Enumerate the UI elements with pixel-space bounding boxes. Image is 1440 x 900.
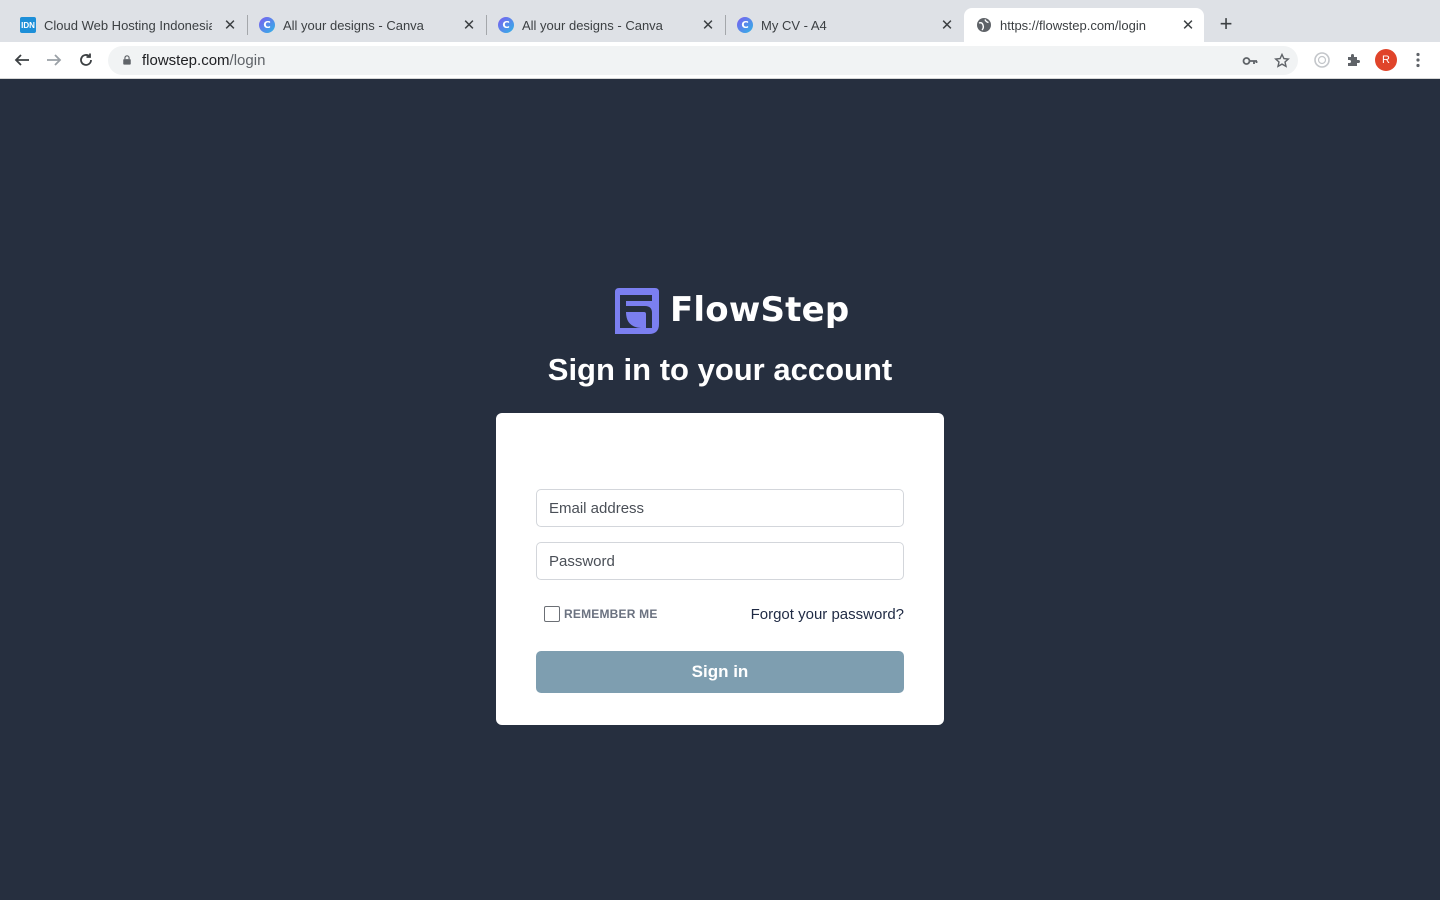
extensions-puzzle-icon[interactable]: [1342, 48, 1366, 72]
close-icon[interactable]: ✕: [1180, 17, 1196, 34]
close-icon[interactable]: ✕: [461, 17, 477, 34]
arrow-right-icon: [47, 54, 62, 66]
tab-title: https://flowstep.com/login: [1000, 17, 1146, 33]
address-bar[interactable]: flowstep.com/login: [108, 46, 1298, 75]
tab-divider: [247, 15, 248, 35]
tab-title: My CV - A4: [761, 17, 827, 33]
canva-favicon-icon: C: [498, 17, 514, 33]
tab-canva-designs-2[interactable]: C All your designs - Canva ✕: [498, 8, 718, 42]
tab-title: All your designs - Canva: [522, 17, 663, 33]
canva-favicon-icon: C: [737, 17, 753, 33]
tab-cloud-hosting[interactable]: IDN Cloud Web Hosting Indonesia ✕: [20, 8, 240, 42]
key-icon[interactable]: [1239, 50, 1261, 72]
tab-canva-designs-1[interactable]: C All your designs - Canva ✕: [259, 8, 479, 42]
kebab-menu-icon[interactable]: [1406, 48, 1430, 72]
reload-icon: [80, 53, 92, 66]
tab-divider: [486, 15, 487, 35]
brand-logo: FlowStep: [611, 286, 849, 334]
close-icon[interactable]: ✕: [700, 17, 716, 34]
close-icon[interactable]: ✕: [222, 17, 238, 34]
forgot-password-link[interactable]: Forgot your password?: [751, 606, 904, 623]
login-card: REMEMBER ME Forgot your password? Sign i…: [496, 413, 944, 725]
tab-flowstep-login[interactable]: https://flowstep.com/login ✕: [964, 8, 1204, 42]
lock-icon: [123, 55, 131, 65]
page-title: Sign in to your account: [547, 352, 893, 387]
tab-strip: IDN Cloud Web Hosting Indonesia ✕ C All …: [0, 0, 1440, 42]
password-field[interactable]: [536, 542, 904, 580]
email-field[interactable]: [536, 489, 904, 527]
tab-my-cv[interactable]: C My CV - A4 ✕: [737, 8, 957, 42]
profile-avatar[interactable]: R: [1375, 49, 1397, 71]
arrow-left-icon: [14, 54, 29, 66]
tab-divider: [725, 15, 726, 35]
remember-me-label: REMEMBER ME: [564, 607, 658, 621]
flowstep-logo-icon: [615, 288, 659, 334]
brand-name: FlowStep: [670, 290, 850, 330]
idn-favicon-icon: IDN: [20, 17, 36, 33]
close-icon[interactable]: ✕: [939, 17, 955, 34]
remember-me[interactable]: REMEMBER ME: [544, 606, 658, 622]
globe-icon: [976, 17, 992, 33]
canva-favicon-icon: C: [259, 17, 275, 33]
url-text: flowstep.com/login: [142, 52, 266, 69]
tab-title: Cloud Web Hosting Indonesia: [44, 17, 212, 33]
remember-me-checkbox[interactable]: [544, 606, 560, 622]
tab-title: All your designs - Canva: [283, 17, 424, 33]
forward-button[interactable]: [42, 48, 66, 72]
back-button[interactable]: [10, 48, 34, 72]
bookmark-star-icon[interactable]: [1271, 50, 1293, 72]
browser-toolbar: flowstep.com/login: [0, 42, 1440, 79]
sign-in-button[interactable]: Sign in: [536, 651, 904, 693]
reload-button[interactable]: [74, 48, 98, 72]
extension-timer-icon[interactable]: [1310, 48, 1334, 72]
new-tab-button[interactable]: +: [1214, 11, 1238, 36]
